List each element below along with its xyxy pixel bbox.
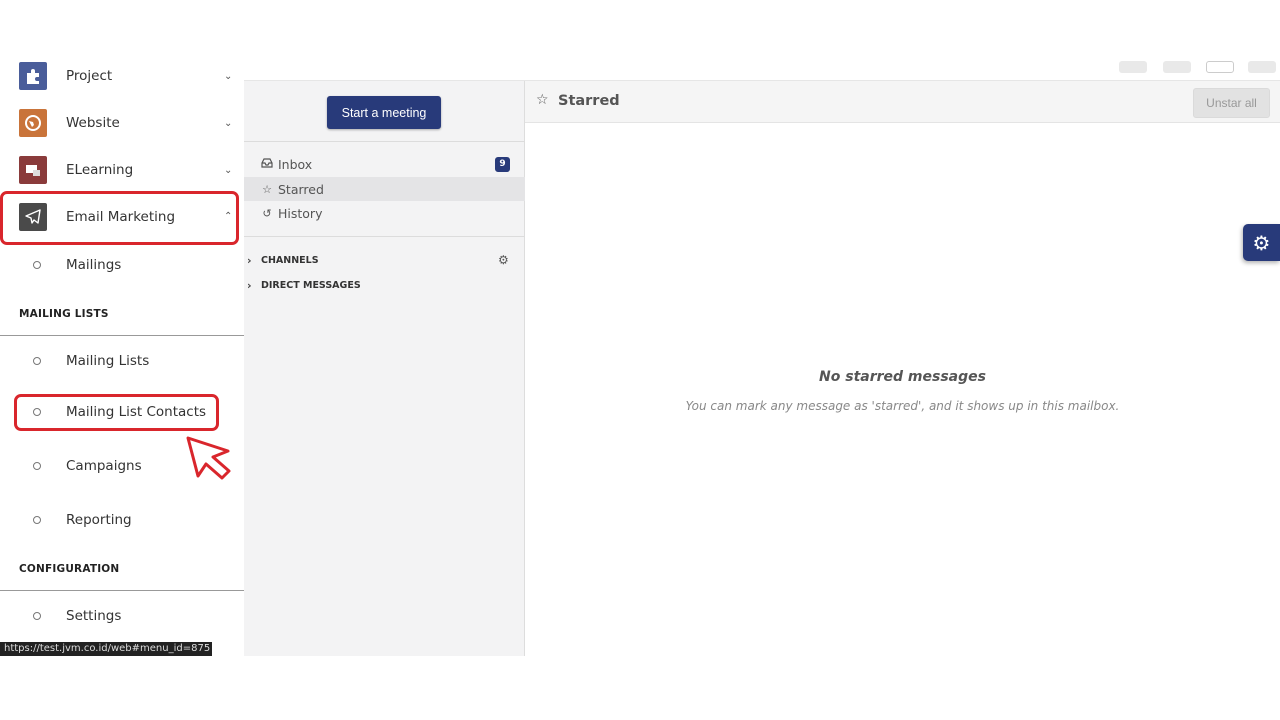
chevron-down-icon: ⌄: [224, 70, 233, 82]
menu-item-mailing-lists[interactable]: Mailing Lists: [0, 341, 244, 381]
globe-icon: [19, 109, 47, 137]
control-button[interactable]: [1163, 61, 1191, 73]
cursor-arrow-icon: [186, 436, 231, 480]
history-icon: ↺: [262, 206, 272, 220]
home-icon[interactable]: [1206, 61, 1234, 73]
empty-state-title: No starred messages: [819, 369, 986, 385]
circle-bullet-icon: [33, 462, 41, 470]
circle-bullet-icon: [33, 357, 41, 365]
app-menu: Project ⌄ Website ⌄ ELearning ⌄ Email Ma…: [0, 55, 244, 655]
category-channels[interactable]: › CHANNELS ⚙: [244, 250, 525, 270]
menu-item-reporting[interactable]: Reporting: [0, 500, 244, 540]
control-button[interactable]: [1248, 61, 1276, 73]
section-header-mailing-lists: MAILING LISTS: [19, 308, 109, 320]
chevron-right-icon: ›: [247, 278, 252, 292]
puzzle-icon: [19, 62, 47, 90]
menu-label-settings: Settings: [66, 608, 122, 624]
menu-label-mailing-lists: Mailing Lists: [66, 353, 150, 369]
thread-title: Starred: [558, 93, 620, 109]
app-item-elearning[interactable]: ELearning ⌄: [0, 147, 244, 193]
mailbox-history[interactable]: ↺ History: [244, 201, 525, 225]
mailbox-label-history: History: [278, 205, 323, 221]
mailbox-label-starred: Starred: [278, 181, 324, 197]
divider: [0, 335, 244, 336]
mailbox-inbox[interactable]: Inbox 9: [244, 152, 525, 176]
circle-bullet-icon: [33, 612, 41, 620]
mailbox-starred[interactable]: ☆ Starred: [244, 177, 525, 201]
app-item-project[interactable]: Project ⌄: [0, 53, 244, 99]
chevron-down-icon: ⌄: [224, 164, 233, 176]
app-label-elearning: ELearning: [66, 162, 134, 178]
mailbox-label-inbox: Inbox: [278, 156, 313, 172]
gear-icon[interactable]: ⚙: [498, 253, 509, 267]
menu-label-campaigns: Campaigns: [66, 458, 142, 474]
thread-panel: ☆ Starred Unstar all No starred messages…: [525, 81, 1280, 656]
category-label-direct-messages: DIRECT MESSAGES: [261, 279, 361, 291]
highlight-email-marketing: [0, 191, 239, 245]
category-label-channels: CHANNELS: [261, 254, 319, 266]
control-button[interactable]: [1119, 61, 1147, 73]
app-label-project: Project: [66, 68, 113, 84]
divider: [244, 236, 525, 237]
category-direct-messages[interactable]: › DIRECT MESSAGES: [244, 275, 525, 295]
menu-item-mailings[interactable]: Mailings: [0, 245, 244, 285]
star-icon: ☆: [262, 182, 272, 196]
menu-label-reporting: Reporting: [66, 512, 132, 528]
unstar-all-button[interactable]: Unstar all: [1193, 88, 1270, 118]
start-meeting-button[interactable]: Start a meeting: [327, 96, 441, 129]
empty-state-hint: You can mark any message as 'starred', a…: [685, 399, 1120, 413]
divider: [0, 590, 244, 591]
app-label-website: Website: [66, 115, 120, 131]
chevron-right-icon: ›: [247, 253, 252, 267]
inbox-icon: [261, 157, 273, 171]
section-header-configuration: CONFIGURATION: [19, 563, 120, 575]
gear-icon[interactable]: ⚙: [1243, 224, 1280, 261]
inbox-counter-badge: 9: [495, 156, 510, 172]
top-control-strip: [244, 55, 1280, 81]
circle-bullet-icon: [33, 261, 41, 269]
menu-label-mailings: Mailings: [66, 257, 122, 273]
discuss-sidebar: Start a meeting Inbox 9 ☆ Starred ↺ Hist…: [244, 81, 525, 656]
app-item-website[interactable]: Website ⌄: [0, 100, 244, 146]
highlight-mailing-list-contacts: [14, 394, 219, 431]
star-icon: ☆: [536, 92, 549, 108]
circle-bullet-icon: [33, 516, 41, 524]
menu-item-settings[interactable]: Settings: [0, 596, 244, 636]
status-bar-url: https://test.jvm.co.id/web#menu_id=875: [0, 642, 212, 656]
divider: [244, 141, 525, 142]
chevron-down-icon: ⌄: [224, 117, 233, 129]
elearning-icon: [19, 156, 47, 184]
thread-header: ☆ Starred Unstar all: [525, 81, 1280, 123]
